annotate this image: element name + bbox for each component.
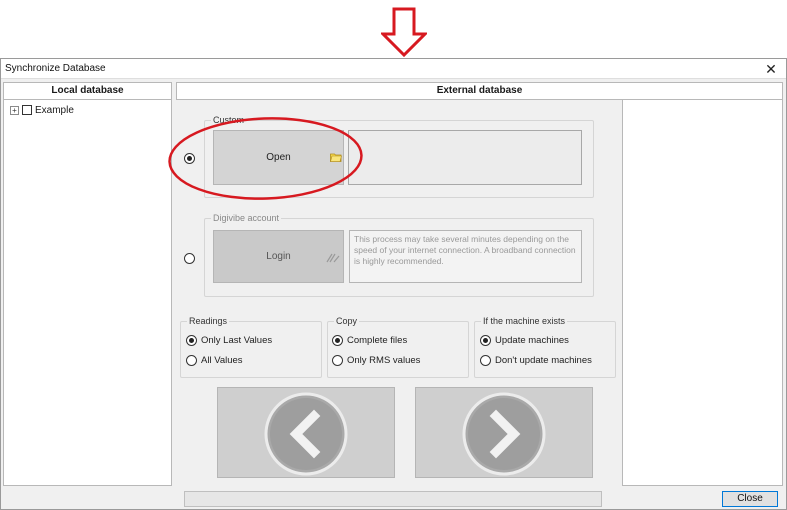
copy-group: Copy	[327, 316, 469, 378]
tree-expander-icon[interactable]: +	[10, 105, 19, 115]
digivibe-group-title: Digivibe account	[211, 213, 282, 223]
open-button[interactable]: Open	[213, 130, 344, 185]
readings-group-title: Readings	[187, 316, 230, 326]
window-title: Synchronize Database	[5, 63, 106, 74]
login-icon	[326, 253, 340, 263]
custom-group-title: Custom	[211, 115, 247, 125]
tree-item-label: Example	[35, 104, 74, 116]
copy-complete-files-label: Complete files	[347, 335, 408, 346]
copy-group-title: Copy	[334, 316, 360, 326]
title-bar: Synchronize Database ✕	[1, 59, 786, 79]
open-button-label: Open	[266, 151, 291, 163]
local-database-tree[interactable]: + Example	[3, 100, 172, 486]
tree-item-checkbox[interactable]	[22, 105, 32, 115]
folder-icon	[330, 153, 342, 162]
database-path-field[interactable]	[348, 130, 582, 185]
readings-all-values-radio[interactable]	[186, 355, 197, 366]
annotation-arrow-icon	[381, 7, 427, 57]
update-machines-radio[interactable]	[480, 335, 491, 346]
custom-radio[interactable]	[184, 153, 195, 164]
readings-all-values-label: All Values	[201, 355, 243, 366]
back-button[interactable]	[217, 387, 395, 478]
connection-note: This process may take several minutes de…	[349, 230, 582, 283]
readings-only-last-radio[interactable]	[186, 335, 197, 346]
next-button[interactable]	[415, 387, 593, 478]
update-machines-label: Update machines	[495, 335, 569, 346]
synchronize-window: Synchronize Database ✕ Local database Ex…	[0, 58, 787, 510]
screenshot-stage: Synchronize Database ✕ Local database Ex…	[0, 0, 787, 510]
chevron-right-icon	[462, 392, 546, 476]
dont-update-machines-label: Don't update machines	[495, 355, 592, 366]
external-database-header: External database	[176, 82, 783, 100]
window-close-button[interactable]: ✕	[762, 60, 780, 78]
readings-only-last-label: Only Last Values	[201, 335, 273, 346]
copy-only-rms-label: Only RMS values	[347, 355, 421, 366]
machine-exists-group-title: If the machine exists	[481, 316, 568, 326]
login-button-label: Login	[266, 250, 291, 262]
tree-item-example[interactable]: + Example	[10, 104, 74, 116]
copy-complete-files-radio[interactable]	[332, 335, 343, 346]
close-button[interactable]: Close	[722, 491, 778, 507]
readings-group: Readings	[180, 316, 322, 378]
chevron-left-icon	[264, 392, 348, 476]
dont-update-machines-radio[interactable]	[480, 355, 491, 366]
digivibe-radio[interactable]	[184, 253, 195, 264]
right-empty-panel	[622, 100, 783, 486]
local-database-header: Local database	[3, 82, 172, 100]
machine-exists-group: If the machine exists	[474, 316, 616, 378]
login-button[interactable]: Login	[213, 230, 344, 283]
sync-progress-bar	[184, 491, 602, 507]
copy-only-rms-radio[interactable]	[332, 355, 343, 366]
